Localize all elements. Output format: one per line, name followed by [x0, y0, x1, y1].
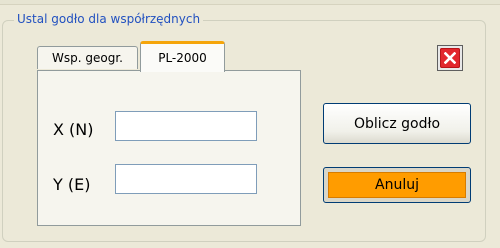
x-field-label: X (N)	[53, 120, 94, 139]
cancel-button-face: Anuluj	[328, 172, 466, 198]
close-button[interactable]	[437, 45, 463, 71]
close-x-icon	[440, 48, 460, 68]
groupbox-title: Ustal godło dla współrzędnych	[14, 11, 204, 28]
y-field-label: Y (E)	[53, 175, 91, 194]
close-x-glyph	[444, 52, 456, 64]
cancel-button-label: Anuluj	[375, 177, 419, 193]
x-input[interactable]	[115, 111, 257, 141]
cancel-button[interactable]: Anuluj	[323, 167, 471, 203]
tab-wsp-geogr[interactable]: Wsp. geogr.	[37, 46, 138, 69]
tab-panel-pl-2000	[37, 70, 301, 226]
tab-pl-2000[interactable]: PL-2000	[140, 41, 225, 72]
window-top-strip	[0, 0, 500, 5]
y-input[interactable]	[115, 164, 257, 194]
calculate-button[interactable]: Oblicz godło	[323, 103, 471, 144]
